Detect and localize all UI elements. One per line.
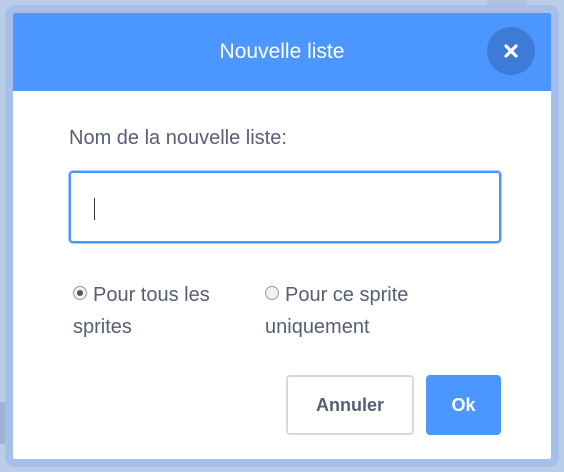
list-name-input[interactable] <box>69 171 501 243</box>
cancel-button[interactable]: Annuler <box>286 375 414 435</box>
ok-button[interactable]: Ok <box>426 375 501 435</box>
text-caret <box>94 198 95 220</box>
dialog-title: Nouvelle liste <box>219 40 345 63</box>
list-name-label: Nom de la nouvelle liste: <box>69 127 287 149</box>
radio-this-sprite[interactable]: Pour ce sprite uniquement <box>265 279 465 343</box>
close-button[interactable] <box>487 27 535 75</box>
radio-all-sprites-label: Pour tous les sprites <box>73 284 210 338</box>
dialog-header: Nouvelle liste <box>13 13 551 91</box>
radio-this-sprite-label: Pour ce sprite uniquement <box>265 284 409 338</box>
new-list-dialog: Nouvelle liste Nom de la nouvelle liste:… <box>5 5 559 467</box>
radio-selected-icon[interactable] <box>73 286 87 300</box>
radio-all-sprites[interactable]: Pour tous les sprites <box>73 279 253 343</box>
close-icon <box>504 44 518 58</box>
radio-unselected-icon[interactable] <box>265 286 279 300</box>
